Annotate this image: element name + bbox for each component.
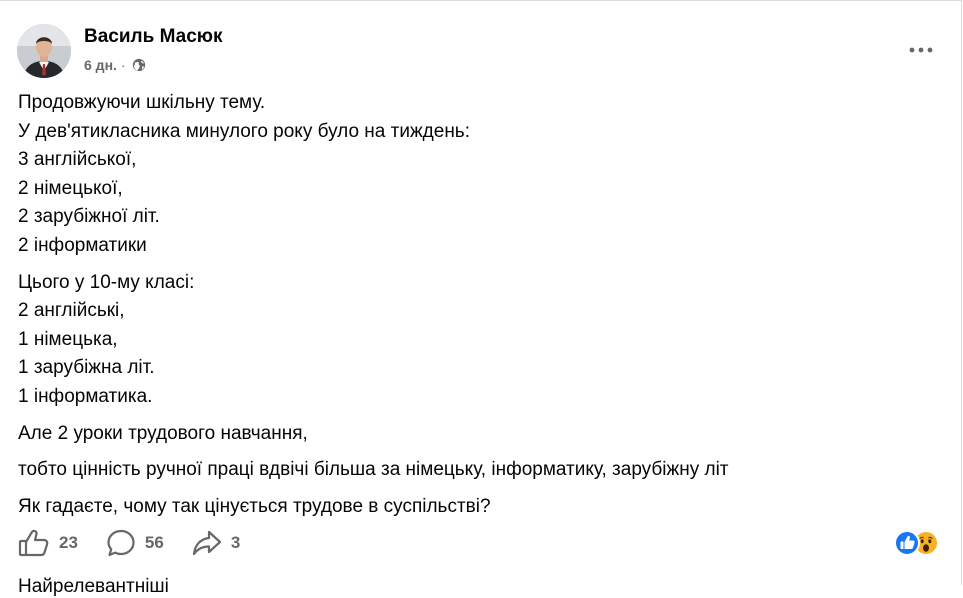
- globe-icon[interactable]: [132, 58, 146, 72]
- avatar-photo: [17, 24, 71, 78]
- post-text-line: 2 інформатики: [18, 234, 147, 256]
- share-button[interactable]: 3: [192, 529, 240, 557]
- post-text-line: У дев'ятикласника минулого року було на …: [18, 120, 470, 142]
- post-text-line: 2 зарубіжної літ.: [18, 206, 160, 228]
- thumbs-up-icon: [18, 528, 50, 558]
- more-options-button[interactable]: [904, 35, 938, 63]
- more-horizontal-icon: [909, 40, 933, 58]
- reactions-summary[interactable]: [894, 528, 950, 558]
- comments-sort-label[interactable]: Найрелевантніші: [18, 576, 169, 598]
- post-text-line: Цього у 10-му класі:: [18, 271, 195, 293]
- post-card: Василь Масюк 6 дн. · Продовжуючи шкільну…: [0, 0, 962, 597]
- post-text-line: Але 2 уроки трудового навчання,: [18, 422, 308, 444]
- post-actions: 23 56 3: [18, 527, 268, 559]
- post-text-line: Продовжуючи шкільну тему.: [18, 92, 266, 113]
- post-text-line: тобто цінність ручної праці вдвічі більш…: [18, 459, 729, 481]
- author-avatar[interactable]: [17, 24, 71, 78]
- like-count: 23: [59, 533, 78, 552]
- post-text-line: 2 німецької,: [18, 177, 123, 199]
- comment-bubble-icon: [106, 528, 136, 558]
- post-text-line: 1 зарубіжна літ.: [18, 357, 155, 379]
- post-meta: 6 дн. ·: [84, 56, 146, 74]
- share-arrow-icon: [192, 529, 222, 557]
- post-text-line: 1 інформатика.: [18, 385, 153, 407]
- like-reaction-icon: [894, 530, 920, 556]
- author-name[interactable]: Василь Масюк: [84, 26, 223, 48]
- post-text-line: 3 англійської,: [18, 149, 137, 171]
- post-text-line: 2 англійські,: [18, 300, 125, 322]
- comment-count: 56: [144, 533, 164, 552]
- comment-button[interactable]: 56: [106, 528, 164, 558]
- share-count: 3: [230, 533, 241, 552]
- post-text-line: Як гадаєте, чому так цінується трудове в…: [18, 495, 491, 517]
- post-text-line: 1 німецька,: [18, 328, 118, 350]
- meta-separator: ·: [120, 57, 126, 73]
- like-button[interactable]: 23: [18, 528, 78, 558]
- post-timestamp[interactable]: 6 дн.: [84, 57, 117, 73]
- post-body: Продовжуючи шкільну тему. У дев'ятикласн…: [18, 89, 938, 521]
